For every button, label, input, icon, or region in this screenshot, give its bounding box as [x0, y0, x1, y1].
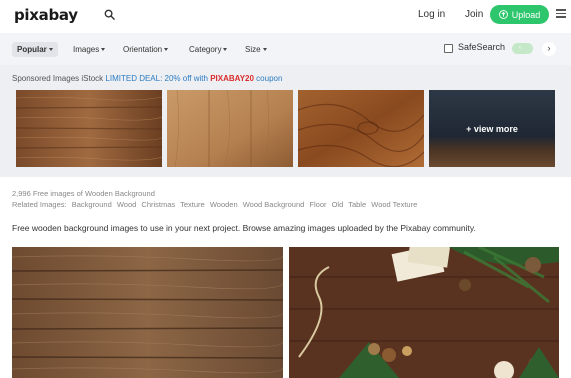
sponsored-image-1[interactable]: [16, 90, 162, 167]
related-tag[interactable]: Wood Texture: [371, 200, 417, 209]
related-images: Related Images: Background Wood Christma…: [12, 200, 420, 209]
hamburger-menu-icon[interactable]: [556, 9, 566, 18]
size-filter[interactable]: Size: [245, 42, 267, 57]
results-count: 2,996 Free images of Wooden Background: [12, 189, 155, 198]
top-bar: pixabay Log in Join Upload: [0, 0, 571, 30]
sponsored-line: Sponsored Images iStock LIMITED DEAL: 20…: [12, 74, 282, 83]
result-image-2[interactable]: [289, 247, 559, 378]
result-image-1[interactable]: [12, 247, 283, 378]
related-tag[interactable]: Texture: [180, 200, 205, 209]
chevron-down-icon: [101, 48, 106, 52]
orientation-filter[interactable]: Orientation: [123, 42, 169, 57]
sponsored-image-3[interactable]: [298, 90, 424, 167]
related-tag[interactable]: Old: [332, 200, 344, 209]
related-tag[interactable]: Table: [348, 200, 366, 209]
toggle-knob: ‹: [519, 45, 521, 51]
sponsored-label[interactable]: Sponsored Images iStock: [12, 74, 103, 83]
pixabay-logo[interactable]: pixabay: [14, 6, 78, 24]
coupon-text[interactable]: coupon: [256, 74, 282, 83]
related-label: Related Images:: [12, 200, 67, 209]
upload-button[interactable]: Upload: [490, 5, 549, 24]
next-arrow-button[interactable]: ›: [542, 42, 556, 56]
view-more-tile[interactable]: + view more: [429, 90, 555, 167]
images-filter[interactable]: Images: [73, 42, 106, 57]
coupon-code[interactable]: PIXABAY20: [210, 74, 254, 83]
popular-filter[interactable]: Popular: [12, 42, 58, 57]
safesearch-toggle[interactable]: ‹: [512, 43, 533, 54]
sponsored-image-2[interactable]: [167, 90, 293, 167]
deal-text[interactable]: LIMITED DEAL: 20% off with: [105, 74, 208, 83]
category-filter[interactable]: Category: [189, 42, 228, 57]
related-tag[interactable]: Wood Background: [243, 200, 305, 209]
join-link[interactable]: Join: [465, 9, 483, 20]
chevron-down-icon: [223, 48, 228, 52]
chevron-down-icon: [164, 48, 169, 52]
related-tag[interactable]: Background: [72, 200, 112, 209]
safesearch-checkbox[interactable]: [444, 44, 453, 53]
related-tag[interactable]: Wood: [117, 200, 136, 209]
upload-label: Upload: [511, 9, 541, 20]
login-link[interactable]: Log in: [418, 9, 445, 20]
chevron-down-icon: [262, 48, 267, 52]
chevron-down-icon: [48, 48, 53, 52]
page-description: Free wooden background images to use in …: [12, 223, 476, 233]
upload-icon: [498, 10, 508, 19]
safesearch-label: SafeSearch: [458, 42, 506, 52]
search-icon[interactable]: [104, 9, 115, 20]
related-tag[interactable]: Wooden: [210, 200, 238, 209]
related-tag[interactable]: Christmas: [141, 200, 175, 209]
related-tag[interactable]: Floor: [309, 200, 326, 209]
